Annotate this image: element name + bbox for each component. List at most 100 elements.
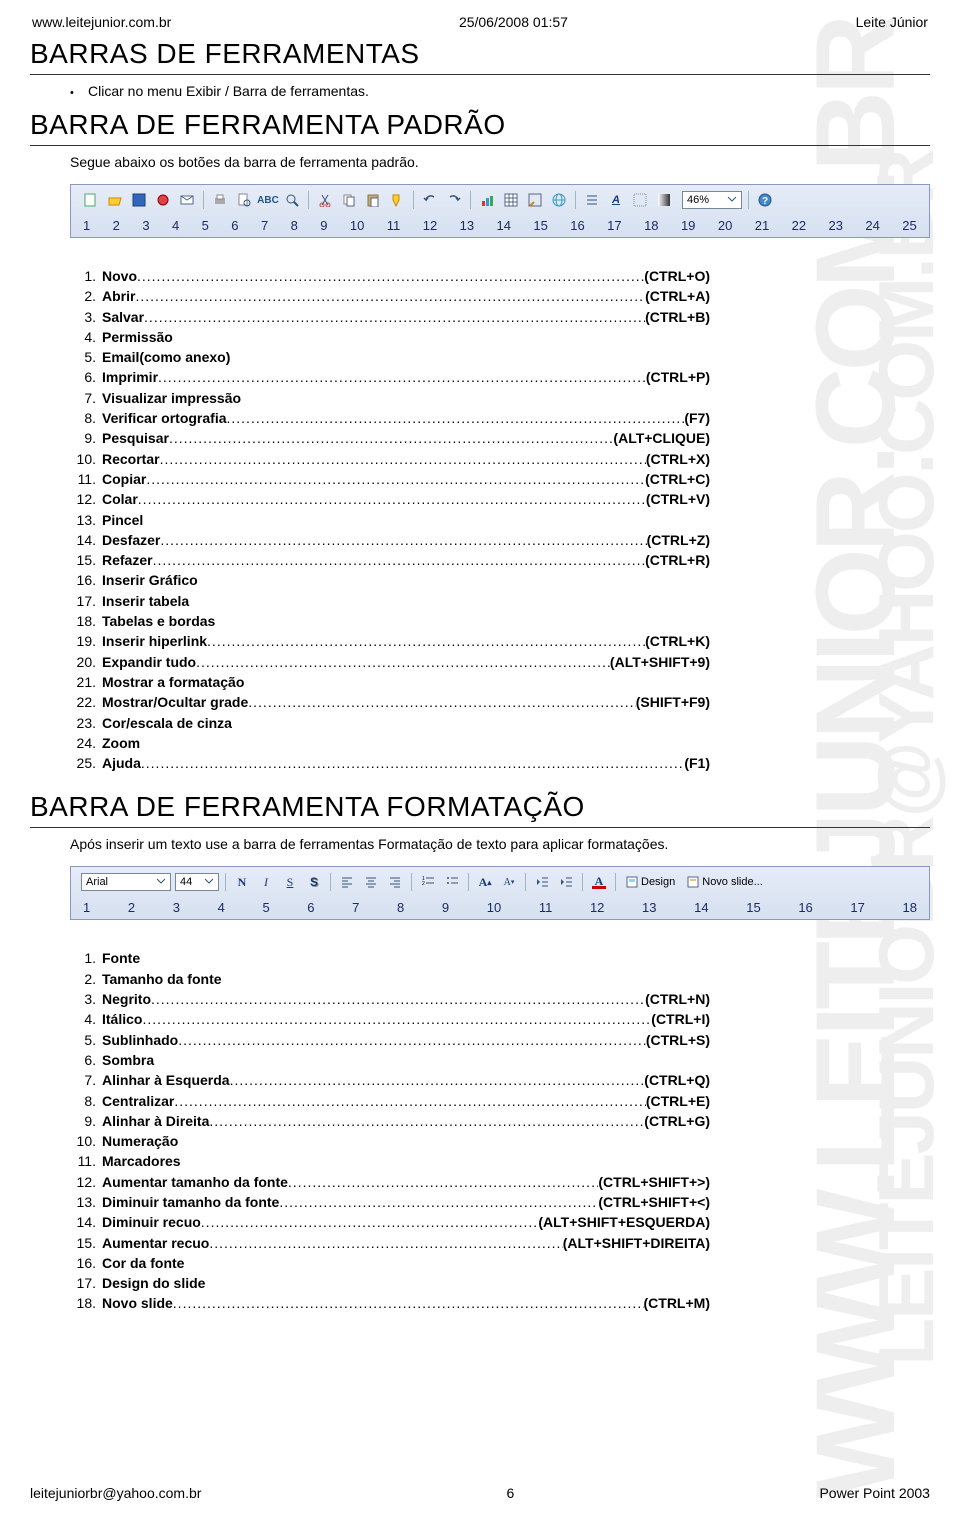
- list-number: 24.: [70, 733, 102, 753]
- dot-leader: ........................................…: [135, 286, 645, 306]
- list-number: 9.: [70, 428, 102, 448]
- underline-icon: S: [280, 872, 300, 892]
- toolbar-number: 19: [681, 218, 695, 233]
- list-shortcut: (CTRL+V): [646, 489, 710, 509]
- toolbar-number: 2: [113, 218, 120, 233]
- list-item: 15.Aumentar recuo.......................…: [70, 1233, 710, 1253]
- list-shortcut: (CTRL+K): [645, 631, 710, 651]
- list-label: Design do slide: [102, 1273, 205, 1293]
- dot-leader: ........................................…: [146, 469, 645, 489]
- list-item: 12.Aumentar tamanho da fonte............…: [70, 1172, 710, 1192]
- print-icon: [210, 190, 230, 210]
- toolbar-separator: [575, 191, 576, 209]
- toolbar-number: 9: [442, 900, 449, 915]
- toolbar-number-row: 123456789101112131415161718: [73, 895, 927, 915]
- toolbar-number: 12: [423, 218, 437, 233]
- new-slide-label: Novo slide...: [702, 876, 763, 888]
- increase-indent-icon: [556, 872, 576, 892]
- toolbar-separator: [615, 873, 616, 891]
- footer-email: leitejuniorbr@yahoo.com.br: [30, 1485, 201, 1501]
- design-label: Design: [641, 876, 675, 888]
- toolbar-number: 24: [865, 218, 879, 233]
- list-label: Refazer: [102, 550, 153, 570]
- list-item: 7.Visualizar impressão: [70, 388, 710, 408]
- toolbar-number: 18: [644, 218, 658, 233]
- list-item: 6.Imprimir..............................…: [70, 367, 710, 387]
- toolbar-number: 13: [642, 900, 656, 915]
- toolbar-separator: [308, 191, 309, 209]
- toolbar-number: 1: [83, 900, 90, 915]
- list-item: 13.Diminuir tamanho da fonte............…: [70, 1192, 710, 1212]
- toolbar-number: 23: [829, 218, 843, 233]
- list-label: Novo slide: [102, 1293, 173, 1313]
- toolbar-number: 10: [350, 218, 364, 233]
- list-number: 2.: [70, 286, 102, 306]
- list-number: 8.: [70, 1091, 102, 1111]
- list-item: 7.Alinhar à Esquerda....................…: [70, 1070, 710, 1090]
- toolbar-separator: [468, 873, 469, 891]
- list-label: Pincel: [102, 510, 143, 530]
- new-slide-icon: [687, 876, 699, 888]
- list-number: 18.: [70, 1293, 102, 1313]
- list-item: 15.Refazer..............................…: [70, 550, 710, 570]
- list-item: 17.Design do slide: [70, 1273, 710, 1293]
- list-item: 23.Cor/escala de cinza: [70, 713, 710, 733]
- undo-icon: [420, 190, 440, 210]
- section-title-toolbars: BARRAS DE FERRAMENTAS: [30, 38, 930, 70]
- list-shortcut: (ALT+SHIFT+9): [610, 652, 710, 672]
- list-number: 23.: [70, 713, 102, 733]
- list-label: Negrito: [102, 989, 151, 1009]
- list-label: Diminuir tamanho da fonte: [102, 1192, 279, 1212]
- list-label: Sombra: [102, 1050, 154, 1070]
- list-label: Salvar: [102, 307, 144, 327]
- list-label: Sublinhado: [102, 1030, 178, 1050]
- list-label: Pesquisar: [102, 428, 169, 448]
- list-item: 11.Marcadores: [70, 1151, 710, 1171]
- list-shortcut: (CTRL+R): [645, 550, 710, 570]
- standard-toolbar-image: ABC A 46% ? 123: [70, 184, 930, 238]
- list-number: 14.: [70, 530, 102, 550]
- copy-icon: [339, 190, 359, 210]
- font-color-icon: A: [589, 872, 609, 892]
- list-item: 5.Sublinhado............................…: [70, 1030, 710, 1050]
- list-number: 9.: [70, 1111, 102, 1131]
- format-painter-icon: [387, 190, 407, 210]
- help-icon: ?: [755, 190, 775, 210]
- list-number: 13.: [70, 1192, 102, 1212]
- section-title-format-toolbar: BARRA DE FERRAMENTA FORMATAÇÃO: [30, 791, 930, 823]
- toolbar-number: 11: [387, 218, 401, 233]
- list-label: Visualizar impressão: [102, 388, 241, 408]
- list-number: 20.: [70, 652, 102, 672]
- list-item: 10.Numeração: [70, 1131, 710, 1151]
- list-number: 2.: [70, 969, 102, 989]
- list-number: 6.: [70, 367, 102, 387]
- grid-icon: [630, 190, 650, 210]
- numbering-icon: 12: [418, 872, 438, 892]
- toolbar-number: 21: [755, 218, 769, 233]
- list-label: Inserir tabela: [102, 591, 189, 611]
- toolbar-number: 14: [694, 900, 708, 915]
- list-label: Alinhar à Direita: [102, 1111, 209, 1131]
- list-label: Ajuda: [102, 753, 141, 773]
- toolbar-number: 3: [142, 218, 149, 233]
- list-label: Novo: [102, 266, 137, 286]
- font-size-value: 44: [180, 876, 192, 888]
- italic-icon: I: [256, 872, 276, 892]
- list-number: 15.: [70, 1233, 102, 1253]
- grayscale-icon: [654, 190, 674, 210]
- list-number: 1.: [70, 948, 102, 968]
- increase-font-icon: A▴: [475, 872, 495, 892]
- paste-icon: [363, 190, 383, 210]
- permission-icon: [153, 190, 173, 210]
- toolbar-number: 15: [533, 218, 547, 233]
- list-item: 17.Inserir tabela: [70, 591, 710, 611]
- list-shortcut: (CTRL+X): [646, 449, 710, 469]
- list-shortcut: (F7): [684, 408, 710, 428]
- list-item: 4.Itálico...............................…: [70, 1009, 710, 1029]
- list-item: 3.Salvar................................…: [70, 307, 710, 327]
- list-number: 6.: [70, 1050, 102, 1070]
- list-label: Cor/escala de cinza: [102, 713, 232, 733]
- list-shortcut: (CTRL+N): [645, 989, 710, 1009]
- toolbar-number: 14: [497, 218, 511, 233]
- dot-leader: ........................................…: [141, 753, 684, 773]
